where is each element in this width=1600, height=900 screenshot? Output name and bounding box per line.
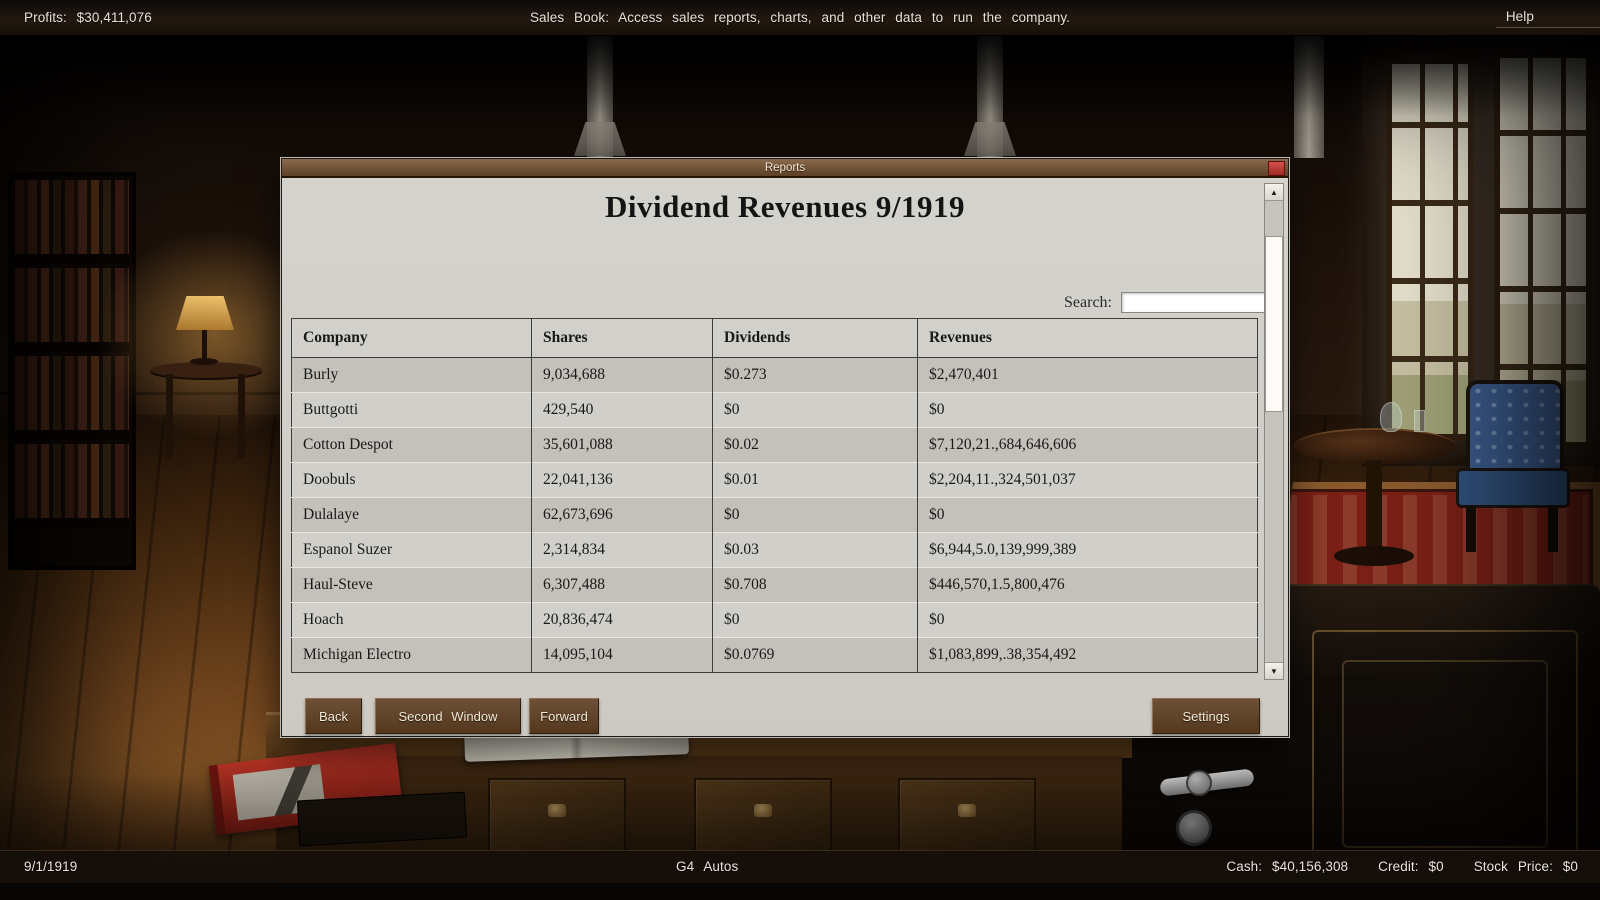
- cash-readout: Cash: $40,156,308: [1226, 859, 1348, 874]
- forward-button[interactable]: Forward: [529, 698, 599, 734]
- header-row: Company Shares Dividends Revenues: [292, 319, 1258, 358]
- cell-shares: 20,836,474: [532, 603, 713, 638]
- cell-revenues: $7,120,21.,684,646,606: [918, 428, 1258, 463]
- cell-shares: 62,673,696: [532, 498, 713, 533]
- column-header-revenues[interactable]: Revenues: [918, 319, 1258, 358]
- table-row[interactable]: Hoach 20,836,474 $0 $0: [292, 603, 1258, 638]
- cell-dividends: $0.03: [713, 533, 918, 568]
- report-table-wrap: Company Shares Dividends Revenues Burly …: [291, 318, 1257, 673]
- bottom-edge-strip: [0, 883, 1600, 900]
- game-date: 9/1/1919: [24, 859, 77, 874]
- cell-revenues: $446,570,1.5,800,476: [918, 568, 1258, 603]
- close-button[interactable]: [1268, 161, 1285, 176]
- cell-revenues: $0: [918, 498, 1258, 533]
- cell-shares: 35,601,088: [532, 428, 713, 463]
- cell-company: Michigan Electro: [292, 638, 532, 673]
- cell-dividends: $0.02: [713, 428, 918, 463]
- column-header-shares[interactable]: Shares: [532, 319, 713, 358]
- cell-dividends: $0.0769: [713, 638, 918, 673]
- table-row[interactable]: Doobuls 22,041,136 $0.01 $2,204,11.,324,…: [292, 463, 1258, 498]
- help-button[interactable]: Help: [1506, 9, 1534, 24]
- help-underline: [1496, 27, 1600, 28]
- cell-shares: 9,034,688: [532, 358, 713, 393]
- cell-shares: 14,095,104: [532, 638, 713, 673]
- cell-company: Dulalaye: [292, 498, 532, 533]
- cell-dividends: $0: [713, 498, 918, 533]
- credit-readout: Credit: $0: [1378, 859, 1444, 874]
- cell-company: Burly: [292, 358, 532, 393]
- cell-dividends: $0: [713, 603, 918, 638]
- cell-company: Doobuls: [292, 463, 532, 498]
- search-input[interactable]: [1121, 292, 1278, 313]
- cell-company: Buttgotti: [292, 393, 532, 428]
- cell-dividends: $0.708: [713, 568, 918, 603]
- game-screen: Profits: $30,411,076 Sales Book: Access …: [0, 0, 1600, 900]
- bottom-status-bar: 9/1/1919 G4 Autos Cash: $40,156,308 Cred…: [0, 850, 1600, 883]
- cell-company: Espanol Suzer: [292, 533, 532, 568]
- dialog-titlebar[interactable]: Reports: [282, 159, 1288, 178]
- reports-dialog: Reports Dividend Revenues 9/1919 Search:…: [281, 158, 1289, 737]
- column-header-dividends[interactable]: Dividends: [713, 319, 918, 358]
- cell-shares: 22,041,136: [532, 463, 713, 498]
- settings-button[interactable]: Settings: [1152, 698, 1260, 734]
- table-row[interactable]: Buttgotti 429,540 $0 $0: [292, 393, 1258, 428]
- cell-dividends: $0.273: [713, 358, 918, 393]
- table-row[interactable]: Haul-Steve 6,307,488 $0.708 $446,570,1.5…: [292, 568, 1258, 603]
- table-row[interactable]: Cotton Despot 35,601,088 $0.02 $7,120,21…: [292, 428, 1258, 463]
- cell-revenues: $2,204,11.,324,501,037: [918, 463, 1258, 498]
- cell-dividends: $0: [713, 393, 918, 428]
- cell-shares: 2,314,834: [532, 533, 713, 568]
- cell-company: Cotton Despot: [292, 428, 532, 463]
- table-row[interactable]: Espanol Suzer 2,314,834 $0.03 $6,944,5.0…: [292, 533, 1258, 568]
- cell-revenues: $2,470,401: [918, 358, 1258, 393]
- top-status-bar: Profits: $30,411,076 Sales Book: Access …: [0, 0, 1600, 36]
- scroll-down-icon[interactable]: ▼: [1265, 662, 1283, 679]
- scroll-up-icon[interactable]: ▲: [1265, 184, 1283, 201]
- column-header-company[interactable]: Company: [292, 319, 532, 358]
- dividend-table: Company Shares Dividends Revenues Burly …: [291, 318, 1258, 673]
- table-row[interactable]: Dulalaye 62,673,696 $0 $0: [292, 498, 1258, 533]
- report-heading: Dividend Revenues 9/1919: [282, 189, 1288, 225]
- search-label: Search:: [1064, 294, 1112, 312]
- cell-shares: 429,540: [532, 393, 713, 428]
- company-name: G4 Autos: [676, 859, 738, 874]
- cell-shares: 6,307,488: [532, 568, 713, 603]
- cell-company: Haul-Steve: [292, 568, 532, 603]
- back-button[interactable]: Back: [305, 698, 362, 734]
- cell-revenues: $0: [918, 393, 1258, 428]
- cell-revenues: $0: [918, 603, 1258, 638]
- table-row[interactable]: Burly 9,034,688 $0.273 $2,470,401: [292, 358, 1258, 393]
- dialog-title: Reports: [765, 162, 805, 174]
- cell-revenues: $6,944,5.0,139,999,389: [918, 533, 1258, 568]
- table-row[interactable]: Michigan Electro 14,095,104 $0.0769 $1,0…: [292, 638, 1258, 673]
- cell-revenues: $1,083,899,.38,354,492: [918, 638, 1258, 673]
- scrollbar-thumb[interactable]: [1265, 236, 1283, 412]
- cell-dividends: $0.01: [713, 463, 918, 498]
- second-window-button[interactable]: Second Window: [375, 698, 521, 734]
- stock-price-readout: Stock Price: $0: [1474, 859, 1578, 874]
- vertical-scrollbar[interactable]: ▲ ▼: [1264, 183, 1284, 680]
- mode-description: Sales Book: Access sales reports, charts…: [0, 10, 1600, 25]
- cell-company: Hoach: [292, 603, 532, 638]
